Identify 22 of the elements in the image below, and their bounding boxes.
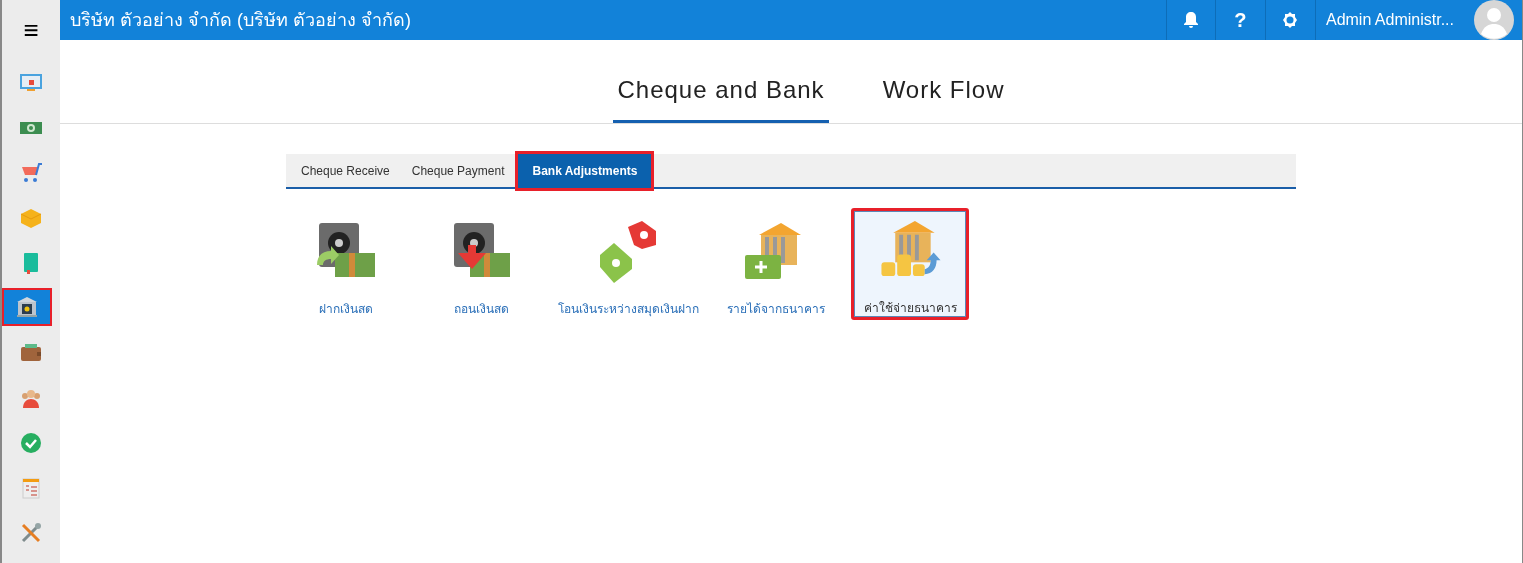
bell-icon: [1182, 11, 1199, 29]
check-circle-icon: [19, 430, 43, 455]
main-tab[interactable]: Work Flow: [878, 72, 1009, 123]
app-tile[interactable]: ค่าใช้จ่ายธนาคาร: [851, 208, 969, 320]
app-tile[interactable]: โอนเงินระหว่างสมุดเงินฝาก: [556, 209, 701, 321]
settings-icon: [1281, 11, 1300, 29]
main-tab[interactable]: Cheque and Bank: [613, 72, 829, 123]
menu-button[interactable]: ≡: [2, 0, 60, 60]
sub-tab[interactable]: Bank Adjustments: [515, 150, 655, 191]
app-tile[interactable]: รายได้จากธนาคาร: [716, 209, 836, 321]
sub-tab[interactable]: Cheque Payment: [400, 153, 516, 188]
sub-tab[interactable]: Cheque Receive: [290, 153, 401, 188]
tools-icon: [19, 520, 43, 545]
app-tile[interactable]: ฝากเงินสด: [286, 209, 406, 321]
sidebar-item[interactable]: [2, 288, 52, 326]
company-title: บริษัท ตัวอย่าง จำกัด (บริษัท ตัวอย่าง จำกัด): [69, 8, 412, 32]
avatar-icon[interactable]: [1474, 0, 1514, 40]
bank-icon: [15, 295, 39, 319]
help-button[interactable]: ?: [1214, 0, 1265, 40]
invoice-icon: [19, 475, 43, 500]
shopping-cart-icon: [19, 160, 43, 185]
app-tile[interactable]: ถอนเงินสด: [421, 209, 541, 321]
